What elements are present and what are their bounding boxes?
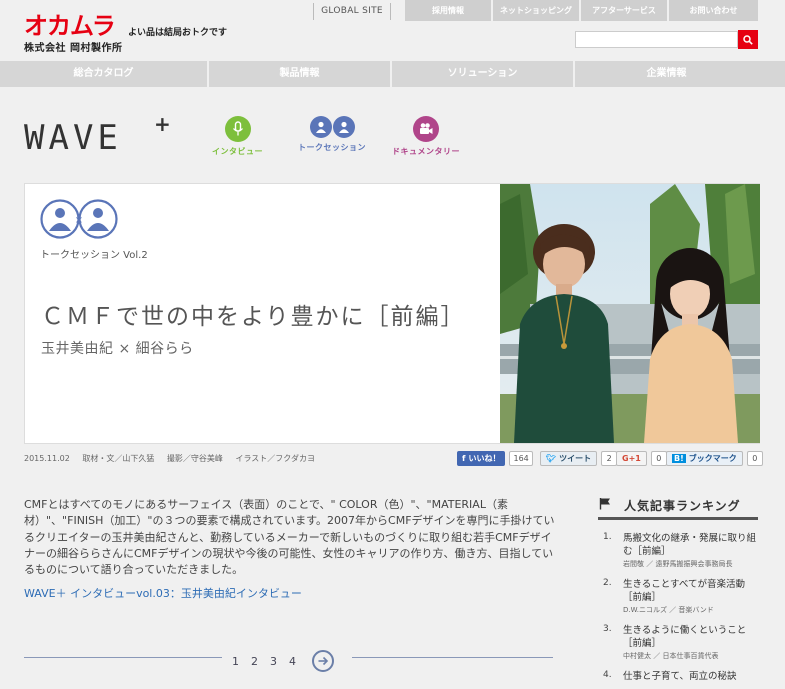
- category-label: トークセッション: [298, 143, 366, 152]
- credit-writer: 取材・文／山下久猛: [82, 454, 155, 463]
- rank-title: 馬搬文化の継承・発展に取り組む［前編］: [623, 533, 757, 557]
- credit-photo: 撮影／守谷美峰: [166, 454, 223, 463]
- hatena-bookmark-label: ブックマーク: [688, 454, 737, 463]
- global-site-link[interactable]: GLOBAL SITE: [313, 3, 391, 20]
- pager-rule-left: [24, 657, 222, 658]
- next-page-button[interactable]: [312, 650, 334, 672]
- page-4-link[interactable]: 4: [289, 655, 296, 668]
- ranking-title: 人気記事ランキング: [624, 499, 741, 513]
- facebook-like-label: いいね！: [468, 454, 501, 463]
- article-intro: CMFとはすべてのモノにあるサーフェイス（表面）のことで、" COLOR（色）"…: [24, 498, 555, 577]
- okamura-logo[interactable]: オカムラ 株式会社 岡村製作所: [24, 14, 122, 54]
- article-hero: × トークセッション Vol.2 ＣＭＦで世の中をより豊かに［前編］ 玉井美由紀…: [24, 183, 760, 444]
- utility-nav: 採用情報 ネットショッピング アフターサービス お問い合わせ: [405, 0, 758, 21]
- main-nav: 総合カタログ 製品情報 ソリューション 企業情報: [0, 61, 785, 87]
- tweet-button[interactable]: 🐦︎ ツイート: [540, 451, 598, 466]
- google-plus-button[interactable]: G+1: [616, 451, 647, 466]
- util-item-recruit[interactable]: 採用情報: [405, 0, 493, 21]
- logo-mark: オカムラ: [24, 12, 116, 40]
- category-documentary[interactable]: ドキュメンタリー: [392, 116, 460, 157]
- rank-number: 4.: [603, 670, 612, 680]
- rank-title: 生きるように働くということ［前編］: [623, 625, 747, 649]
- tweet-count: 2: [601, 451, 618, 466]
- category-talk-session[interactable]: トークセッション: [298, 116, 366, 153]
- search-button[interactable]: [738, 30, 758, 49]
- facebook-like-button[interactable]: f いいね！: [457, 451, 506, 466]
- util-item-shopping[interactable]: ネットショッピング: [493, 0, 581, 21]
- article-date: 2015.11.02: [24, 454, 70, 463]
- util-item-contact[interactable]: お問い合わせ: [669, 0, 758, 21]
- facebook-like-count: 164: [509, 451, 533, 466]
- arrow-right-icon: [318, 656, 329, 666]
- nav-item-catalog[interactable]: 総合カタログ: [0, 61, 209, 87]
- ranking-list: 1. 馬搬文化の継承・発展に取り組む［前編］ 岩間敬 ／ 遠野馬搬振興会事務局長…: [603, 532, 758, 689]
- rank-byline: 中村健太 ／ 日本仕事百貨代表: [623, 652, 719, 660]
- twitter-icon: 🐦︎: [546, 454, 557, 463]
- related-interview-link[interactable]: WAVE＋ インタビューvol.03：玉井美由紀インタビュー: [24, 585, 302, 601]
- pager-rule-right: [352, 657, 553, 658]
- tweet: 🐦︎ ツイート 2: [540, 451, 618, 466]
- rank-title: 生きることすべてが音楽活動［前編］: [623, 579, 745, 603]
- tagline: よい品は結局おトクです: [128, 28, 228, 38]
- hatena-bookmark-count: 0: [746, 451, 763, 466]
- company-name: 株式会社 岡村製作所: [24, 43, 123, 54]
- talk-session-badge-icon: ×: [40, 199, 118, 239]
- article-authors: 玉井美由紀 × 細谷らら: [41, 341, 194, 357]
- credit-illustration: イラスト／フクダカヨ: [235, 454, 315, 463]
- search-icon: [743, 34, 753, 45]
- video-camera-icon: [413, 116, 439, 142]
- article-photo: [500, 184, 760, 443]
- nav-item-corporate[interactable]: 企業情報: [575, 61, 758, 87]
- category-interview[interactable]: インタビュー: [212, 116, 263, 157]
- hatena-bookmark: B! ブックマーク 0: [666, 451, 763, 466]
- rank-number: 3.: [603, 624, 612, 634]
- ranking-item-4[interactable]: 4. 仕事と子育て、両立の秘訣: [603, 670, 758, 684]
- page-3-link[interactable]: 3: [270, 655, 277, 668]
- flag-icon: [599, 498, 610, 510]
- google-plus-label: G+1: [622, 454, 641, 463]
- page-2-link[interactable]: 2: [251, 655, 258, 668]
- util-item-after-service[interactable]: アフターサービス: [581, 0, 669, 21]
- tweet-label: ツイート: [559, 454, 592, 463]
- nav-item-products[interactable]: 製品情報: [209, 61, 392, 87]
- ranking-item-3[interactable]: 3. 生きるように働くということ［前編］ 中村健太 ／ 日本仕事百貨代表: [603, 624, 758, 661]
- google-plus: G+1 0: [616, 451, 667, 466]
- series-label: トークセッション Vol.2: [40, 250, 148, 261]
- hatena-bookmark-button[interactable]: B! ブックマーク: [666, 451, 743, 466]
- rank-byline: D.W.ニコルズ ／ 音楽バンド: [623, 606, 714, 614]
- svg-text:×: ×: [75, 215, 83, 226]
- talk-session-icon: [298, 116, 366, 138]
- ranking-rule: [598, 517, 758, 520]
- rank-title: 仕事と子育て、両立の秘訣: [623, 671, 737, 682]
- category-label: インタビュー: [212, 147, 263, 156]
- ranking-item-1[interactable]: 1. 馬搬文化の継承・発展に取り組む［前編］ 岩間敬 ／ 遠野馬搬振興会事務局長: [603, 532, 758, 569]
- category-label: ドキュメンタリー: [392, 147, 460, 156]
- ranking-item-2[interactable]: 2. 生きることすべてが音楽活動［前編］ D.W.ニコルズ ／ 音楽バンド: [603, 578, 758, 615]
- nav-item-solutions[interactable]: ソリューション: [392, 61, 575, 87]
- microphone-icon: [224, 116, 251, 142]
- page-1-link[interactable]: 1: [232, 655, 239, 668]
- wave-logo[interactable]: WAVE: [24, 118, 122, 158]
- google-plus-count: 0: [650, 451, 667, 466]
- wave-plus: +: [154, 112, 171, 136]
- article-meta: 2015.11.02 取材・文／山下久猛 撮影／守谷美峰 イラスト／フクダカヨ: [24, 453, 325, 464]
- article-title: ＣＭＦで世の中をより豊かに［前編］: [41, 304, 466, 330]
- facebook-like: f いいね！ 164: [457, 451, 533, 466]
- pagination: 1 2 3 4: [232, 650, 334, 672]
- hatena-icon: B!: [672, 454, 686, 463]
- rank-byline: 岩間敬 ／ 遠野馬搬振興会事務局長: [623, 560, 733, 568]
- top-bar: オカムラ 株式会社 岡村製作所 よい品は結局おトクです GLOBAL SITE …: [0, 0, 785, 60]
- search-input[interactable]: [575, 31, 738, 48]
- facebook-icon: f: [462, 454, 466, 463]
- rank-number: 1.: [603, 532, 612, 542]
- rank-number: 2.: [603, 578, 612, 588]
